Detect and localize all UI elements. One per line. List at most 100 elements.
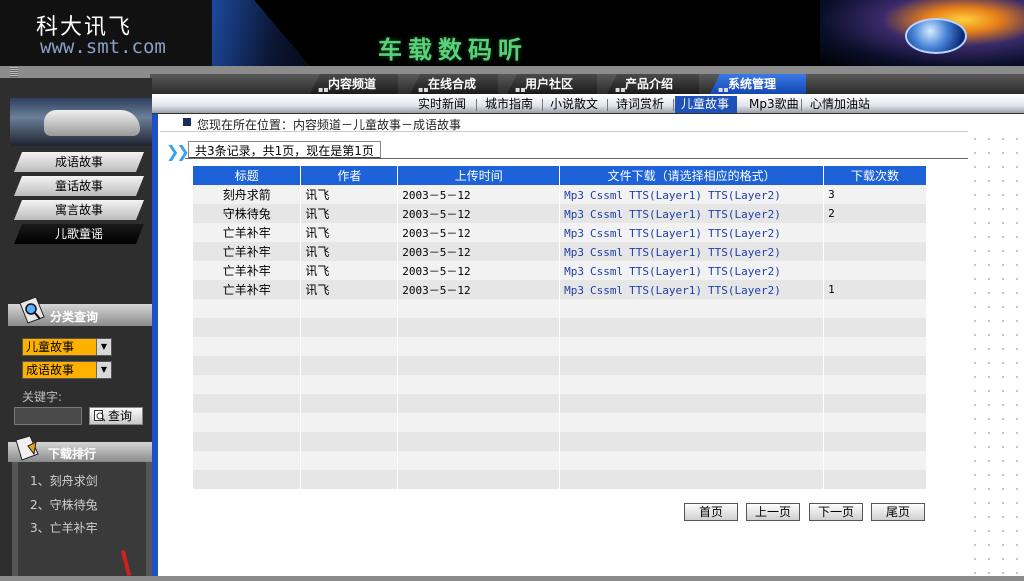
magnifier-icon xyxy=(19,297,45,324)
table-row xyxy=(193,470,927,489)
tts-layer1-download-link[interactable]: TTS(Layer1) xyxy=(629,227,702,240)
table-row xyxy=(193,451,927,470)
subnav-children-stories[interactable]: 儿童故事 xyxy=(675,96,737,113)
download-count-cell xyxy=(823,413,927,432)
table-row: 守株待兔 讯飞 2003－5－12 Mp3 Cssml TTS(Layer1) TTS(La… xyxy=(193,204,927,223)
author-cell xyxy=(300,299,399,318)
story-table: 标题 作者 上传时间 文件下载（请选择相应的格式） 下载次数 刻舟求箭 讯飞 200… xyxy=(193,166,927,489)
upload-time-cell: 2003－5－12 xyxy=(397,242,561,261)
title-cell xyxy=(193,432,302,451)
title-cell xyxy=(193,470,302,489)
divider xyxy=(476,99,477,111)
cssml-download-link[interactable]: Cssml xyxy=(590,265,623,278)
mp3-download-link[interactable]: Mp3 xyxy=(564,227,584,240)
ranking-item[interactable]: 2、守株待兔 xyxy=(30,496,98,513)
tts-layer1-download-link[interactable]: TTS(Layer1) xyxy=(629,265,702,278)
table-row: 亡羊补牢 讯飞 2003－5－12 Mp3 Cssml TTS(Layer1) TTS(La… xyxy=(193,223,927,242)
mp3-download-link[interactable]: Mp3 xyxy=(564,208,584,221)
download-links-cell xyxy=(559,337,825,356)
mp3-download-link[interactable]: Mp3 xyxy=(564,246,584,259)
tts-layer2-download-link[interactable]: TTS(Layer2) xyxy=(708,284,781,297)
banner-wedge xyxy=(212,0,310,66)
upload-time-cell xyxy=(397,432,561,451)
column-header-upload-time: 上传时间 xyxy=(397,166,561,185)
title-cell xyxy=(193,318,302,337)
title-cell: 亡羊补牢 xyxy=(193,223,302,242)
sidebar-edge xyxy=(152,114,158,581)
subnav-poetry[interactable]: 诗词赏析 xyxy=(610,96,670,113)
select-value: 成语故事 xyxy=(26,363,75,377)
tts-layer2-download-link[interactable]: TTS(Layer2) xyxy=(708,246,781,259)
nav-tab-label: 内容频道 xyxy=(328,77,377,91)
tts-layer2-download-link[interactable]: TTS(Layer2) xyxy=(708,265,781,278)
nav-tab-online-synthesis[interactable]: ▪▪ 在线合成 xyxy=(410,74,498,94)
author-cell xyxy=(300,470,399,489)
query-button[interactable]: 查询 xyxy=(89,407,143,425)
sidebar-item-nursery-rhymes[interactable]: 儿歌童谣 xyxy=(14,224,144,244)
column-header-title: 标题 xyxy=(193,166,302,185)
tts-layer2-download-link[interactable]: TTS(Layer2) xyxy=(708,208,781,221)
tts-layer2-download-link[interactable]: TTS(Layer2) xyxy=(708,189,781,202)
column-header-author: 作者 xyxy=(300,166,399,185)
mp3-download-link[interactable]: Mp3 xyxy=(564,189,584,202)
nav-tab-products[interactable]: ▪▪ 产品介绍 xyxy=(607,74,699,94)
upload-time-cell xyxy=(397,451,561,470)
ranking-item[interactable]: 1、刻舟求剑 xyxy=(30,472,98,489)
prev-page-button[interactable]: 上一页 xyxy=(746,503,800,521)
subnav-mp3-songs[interactable]: Mp3歌曲 xyxy=(743,96,805,113)
author-cell xyxy=(300,394,399,413)
divider xyxy=(673,99,674,111)
tts-layer1-download-link[interactable]: TTS(Layer1) xyxy=(629,189,702,202)
cssml-download-link[interactable]: Cssml xyxy=(590,208,623,221)
subnav-realtime-news[interactable]: 实时新闻 xyxy=(412,96,472,113)
upload-time-cell: 2003－5－12 xyxy=(397,185,561,204)
category-select-secondary[interactable]: 成语故事 ▼ xyxy=(22,361,112,379)
download-links-cell xyxy=(559,432,825,451)
tts-layer1-download-link[interactable]: TTS(Layer1) xyxy=(629,284,702,297)
author-cell: 讯飞 xyxy=(300,204,399,223)
download-count-cell xyxy=(823,470,927,489)
table-row xyxy=(193,375,927,394)
last-page-button[interactable]: 尾页 xyxy=(871,503,925,521)
author-cell xyxy=(300,432,399,451)
nav-tab-content-channel[interactable]: ▪▪ 内容频道 xyxy=(310,74,398,94)
cssml-download-link[interactable]: Cssml xyxy=(590,227,623,240)
mp3-download-link[interactable]: Mp3 xyxy=(564,265,584,278)
title-cell xyxy=(193,451,302,470)
query-button-label: 查询 xyxy=(108,409,133,423)
cssml-download-link[interactable]: Cssml xyxy=(590,189,623,202)
nav-tab-user-community[interactable]: ▪▪ 用户社区 xyxy=(507,74,597,94)
cssml-download-link[interactable]: Cssml xyxy=(590,284,623,297)
divider xyxy=(160,131,968,132)
mp3-download-link[interactable]: Mp3 xyxy=(564,284,584,297)
download-links-cell: Mp3 Cssml TTS(Layer1) TTS(Layer2) xyxy=(559,185,825,204)
cssml-download-link[interactable]: Cssml xyxy=(590,246,623,259)
download-links-cell xyxy=(559,299,825,318)
subnav-novels[interactable]: 小说散文 xyxy=(544,96,604,113)
sidebar-item-idiom-stories[interactable]: 成语故事 xyxy=(14,152,144,172)
sidebar-item-fairy-tales[interactable]: 童话故事 xyxy=(14,176,144,196)
subnav-mood-station[interactable]: 心情加油站 xyxy=(804,96,876,113)
location-icon xyxy=(182,117,192,127)
sidebar-item-fables[interactable]: 寓言故事 xyxy=(14,200,144,220)
upload-time-cell: 2003－5－12 xyxy=(397,204,561,223)
category-select-primary[interactable]: 儿童故事 ▼ xyxy=(22,338,112,356)
tts-layer2-download-link[interactable]: TTS(Layer2) xyxy=(708,227,781,240)
chevron-down-icon[interactable]: ▼ xyxy=(96,339,111,355)
keyword-label: 关键字: xyxy=(22,390,63,404)
divider xyxy=(542,99,543,111)
title-cell: 亡羊补牢 xyxy=(193,261,302,280)
double-chevron-icon: ❯❯ xyxy=(166,142,190,161)
next-page-button[interactable]: 下一页 xyxy=(809,503,863,521)
chevron-down-icon[interactable]: ▼ xyxy=(96,362,111,378)
nav-tab-system-admin[interactable]: ▪▪ 系统管理 xyxy=(710,74,806,94)
keyword-input[interactable] xyxy=(14,407,82,425)
ranking-item[interactable]: 3、亡羊补牢 xyxy=(30,519,98,536)
subnav-city-guide[interactable]: 城市指南 xyxy=(479,96,539,113)
title-cell xyxy=(193,356,302,375)
first-page-button[interactable]: 首页 xyxy=(684,503,738,521)
tts-layer1-download-link[interactable]: TTS(Layer1) xyxy=(629,246,702,259)
title-cell: 亡羊补牢 xyxy=(193,242,302,261)
column-header-download: 文件下载（请选择相应的格式） xyxy=(559,166,825,185)
tts-layer1-download-link[interactable]: TTS(Layer1) xyxy=(629,208,702,221)
